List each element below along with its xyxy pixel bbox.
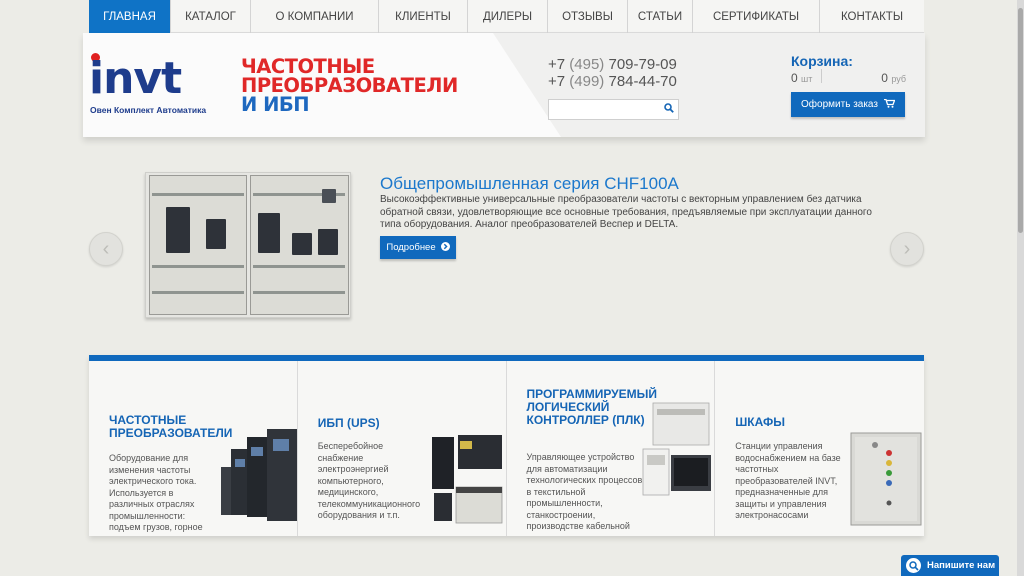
- slide-image-cabinets[interactable]: [145, 172, 351, 318]
- cart-quantity: 0 шт: [791, 71, 812, 85]
- frequency-converters-image: [221, 429, 297, 521]
- phone-1[interactable]: +7 (495) 709-79-09: [548, 56, 677, 73]
- chat-widget-label: Напишите нам: [927, 560, 996, 571]
- headline-line-3: И ИБП: [241, 93, 310, 116]
- cart-summary[interactable]: Корзина: 0 шт 0 руб: [791, 53, 906, 87]
- slide-title[interactable]: Общепромышленная серия CHF100A: [380, 174, 679, 194]
- cart-divider: [821, 69, 822, 83]
- category-cabinets[interactable]: Шкафы Станции управления водоснабжением …: [715, 361, 924, 536]
- logo-text: INVT: [89, 53, 182, 104]
- logo-subtitle: Овен Комплект Автоматика: [90, 105, 207, 115]
- cart-sum: 0 руб: [881, 71, 906, 85]
- cart-totals: 0 шт 0 руб: [791, 69, 906, 87]
- chevron-right-icon: ›: [903, 237, 911, 260]
- arrow-right-circle-icon: [440, 241, 450, 254]
- category-description: Управляющее устройство для автоматизации…: [526, 452, 643, 536]
- chevron-left-icon: ‹: [102, 237, 110, 260]
- nav-item-about[interactable]: О компании: [251, 0, 379, 33]
- page-scrollbar[interactable]: [1017, 0, 1024, 576]
- nav-item-home[interactable]: Главная: [89, 0, 171, 33]
- product-categories: Частотные преобразователи Оборудование д…: [89, 355, 924, 536]
- cabinet-image: [850, 432, 922, 526]
- cart-qty-value: 0: [791, 71, 798, 85]
- cart-title: Корзина:: [791, 53, 853, 69]
- slide-description: Высокоэффективные универсальные преобраз…: [380, 194, 872, 230]
- cart-icon: [883, 98, 896, 111]
- nav-item-catalog[interactable]: Каталог: [171, 0, 251, 33]
- phone-2-code: (499): [569, 73, 605, 90]
- header-headline: ЧАСТОТНЫЕ ПРЕОБРАЗОВАТЕЛИ И ИБП: [241, 57, 501, 116]
- plc-image: [642, 402, 711, 496]
- cart-qty-unit: шт: [801, 74, 813, 84]
- category-frequency-converters[interactable]: Частотные преобразователи Оборудование д…: [89, 361, 298, 536]
- cabinet-left: [149, 175, 247, 315]
- search-chat-icon: [906, 558, 921, 573]
- site-header: INVT Овен Комплект Автоматика ЧАСТОТНЫЕ …: [83, 33, 925, 137]
- category-description: Станции управления водоснабжением на баз…: [735, 441, 841, 520]
- nav-item-dealers[interactable]: Дилеры: [468, 0, 548, 33]
- cart-sum-value: 0: [881, 71, 888, 85]
- nav-item-clients[interactable]: Клиенты: [379, 0, 468, 33]
- phone-1-number: 709-79-09: [608, 56, 677, 73]
- category-description: Бесперебойное снабжение электроэнергией …: [317, 441, 421, 520]
- nav-item-certificates[interactable]: Сертификаты: [693, 0, 820, 33]
- phone-1-prefix: +7: [548, 56, 566, 73]
- slider-next-button[interactable]: ›: [890, 232, 924, 266]
- scrollbar-thumb[interactable]: [1018, 8, 1023, 233]
- search-input[interactable]: [549, 100, 659, 119]
- checkout-button-label: Оформить заказ: [801, 99, 878, 110]
- cart-sum-unit: руб: [891, 74, 906, 84]
- category-ups[interactable]: ИБП (UPS) Бесперебойное снабжение электр…: [298, 361, 507, 536]
- more-button-label: Подробнее: [386, 242, 436, 253]
- category-title[interactable]: Частотные преобразователи: [109, 414, 239, 440]
- nav-item-articles[interactable]: Статьи: [628, 0, 693, 33]
- ups-image: [431, 435, 503, 524]
- search-box: [548, 99, 679, 120]
- top-navigation: Главная Каталог О компании Клиенты Дилер…: [89, 0, 924, 33]
- phone-1-code: (495): [569, 56, 605, 73]
- category-title[interactable]: Шкафы: [735, 416, 835, 429]
- checkout-button[interactable]: Оформить заказ: [791, 92, 905, 117]
- nav-item-reviews[interactable]: Отзывы: [548, 0, 628, 33]
- category-title[interactable]: ИБП (UPS): [318, 417, 438, 430]
- nav-item-contacts[interactable]: Контакты: [820, 0, 924, 33]
- slider-prev-button[interactable]: ‹: [89, 232, 123, 266]
- search-icon[interactable]: [664, 103, 674, 116]
- category-plc[interactable]: Программируемый логический контроллер (П…: [507, 361, 716, 536]
- category-description: Оборудование для изменения частоты элект…: [109, 453, 210, 536]
- phone-2[interactable]: +7 (499) 784-44-70: [548, 73, 677, 90]
- chat-widget-button[interactable]: Напишите нам: [901, 555, 999, 576]
- more-button[interactable]: Подробнее: [380, 236, 456, 259]
- phone-2-prefix: +7: [548, 73, 566, 90]
- phone-2-number: 784-44-70: [608, 73, 677, 90]
- phone-numbers: +7 (495) 709-79-09 +7 (499) 784-44-70: [548, 56, 677, 90]
- site-logo[interactable]: INVT Овен Комплект Автоматика: [89, 51, 229, 121]
